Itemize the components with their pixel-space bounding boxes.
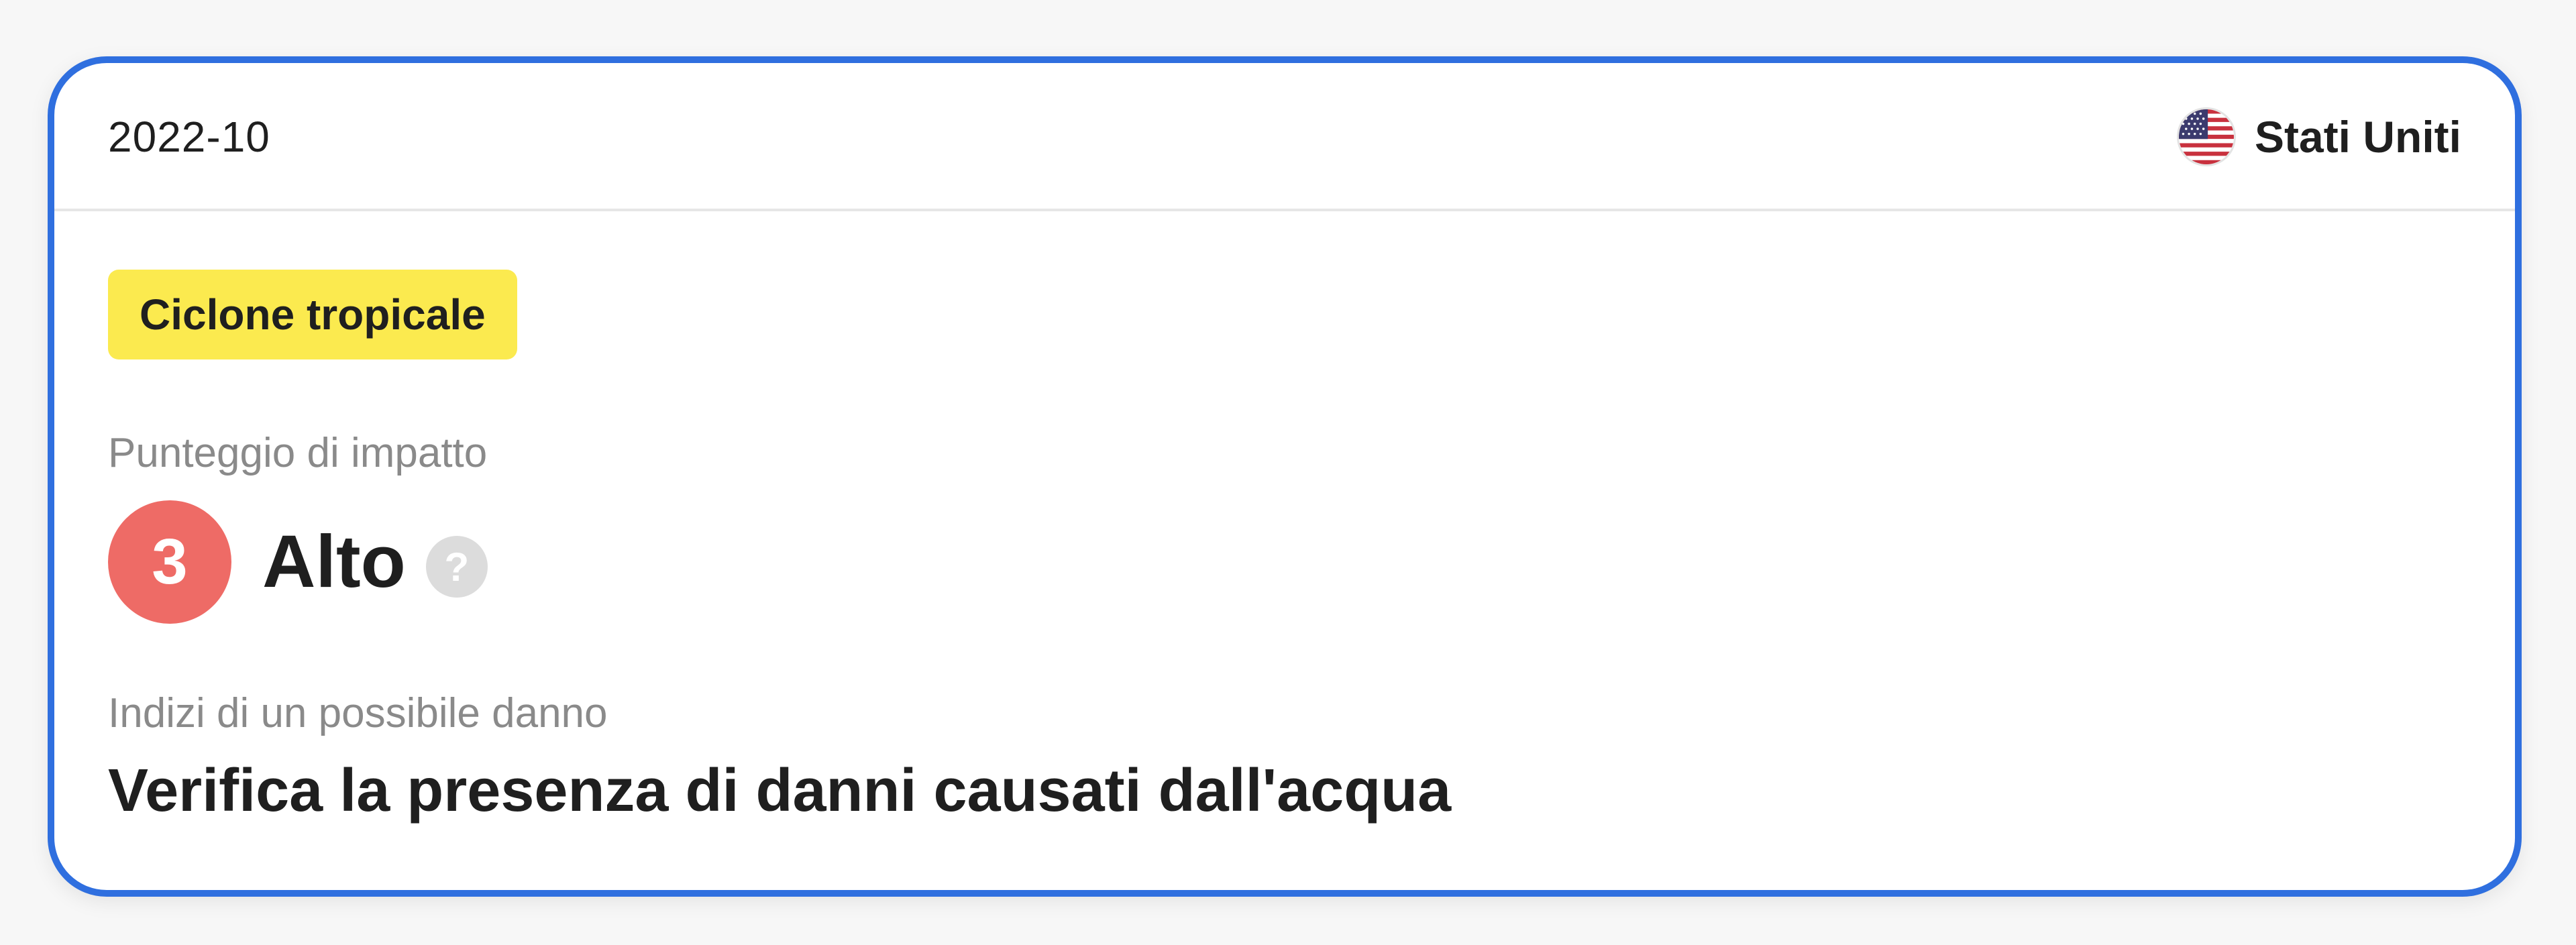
event-card[interactable]: 2022-10 Stati Uniti Ciclone tropicale Pu… [48,56,2522,897]
country-name: Stati Uniti [2255,112,2461,162]
damage-hint-text: Verifica la presenza di danni causati da… [108,757,1452,824]
damage-hint-label: Indizi di un possibile danno [108,690,608,736]
impact-score-label: Punteggio di impatto [108,430,488,476]
country-indicator: Stati Uniti [2177,103,2461,170]
impact-score-value: 3 [108,500,231,624]
impact-level: Alto [262,520,406,603]
event-date: 2022-10 [108,113,270,161]
impact-score-row: 3 Alto ? [108,500,488,624]
question-mark-icon[interactable]: ? [425,536,488,598]
card-header: 2022-10 Stati Uniti [54,63,2515,211]
event-type-badge: Ciclone tropicale [108,270,517,359]
us-flag-icon [2177,107,2236,166]
